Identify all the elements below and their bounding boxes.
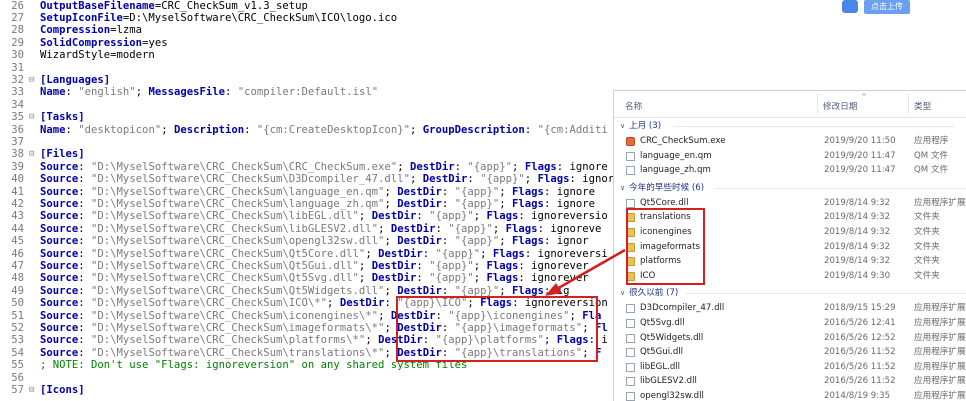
- annotation-arrow-icon: [545, 248, 626, 296]
